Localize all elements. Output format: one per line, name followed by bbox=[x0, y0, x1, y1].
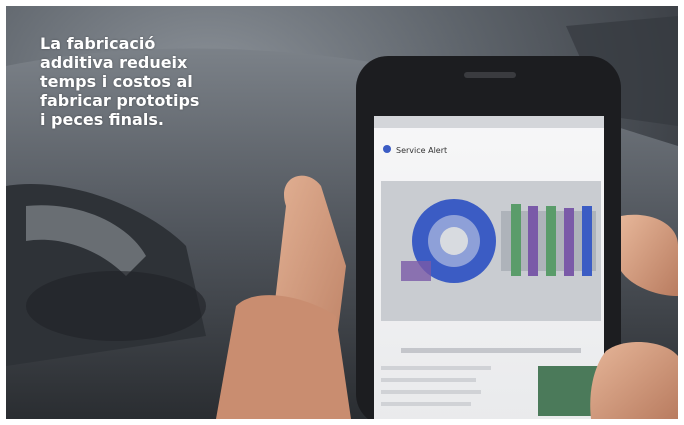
thumbnail-image bbox=[538, 366, 598, 416]
screen-status-bar bbox=[374, 116, 604, 128]
app-header: Service Alert bbox=[396, 146, 447, 155]
photo-background: Service Alert La fabricació additiva red… bbox=[6, 6, 678, 419]
image-frame: Service Alert La fabricació additiva red… bbox=[0, 0, 684, 425]
car-shadow bbox=[26, 271, 206, 341]
detail-row bbox=[401, 348, 581, 353]
alert-icon bbox=[383, 145, 391, 153]
headline-caption: La fabricació additiva redueix temps i c… bbox=[40, 34, 200, 129]
phone-speaker bbox=[464, 72, 516, 78]
left-hand bbox=[216, 295, 351, 419]
